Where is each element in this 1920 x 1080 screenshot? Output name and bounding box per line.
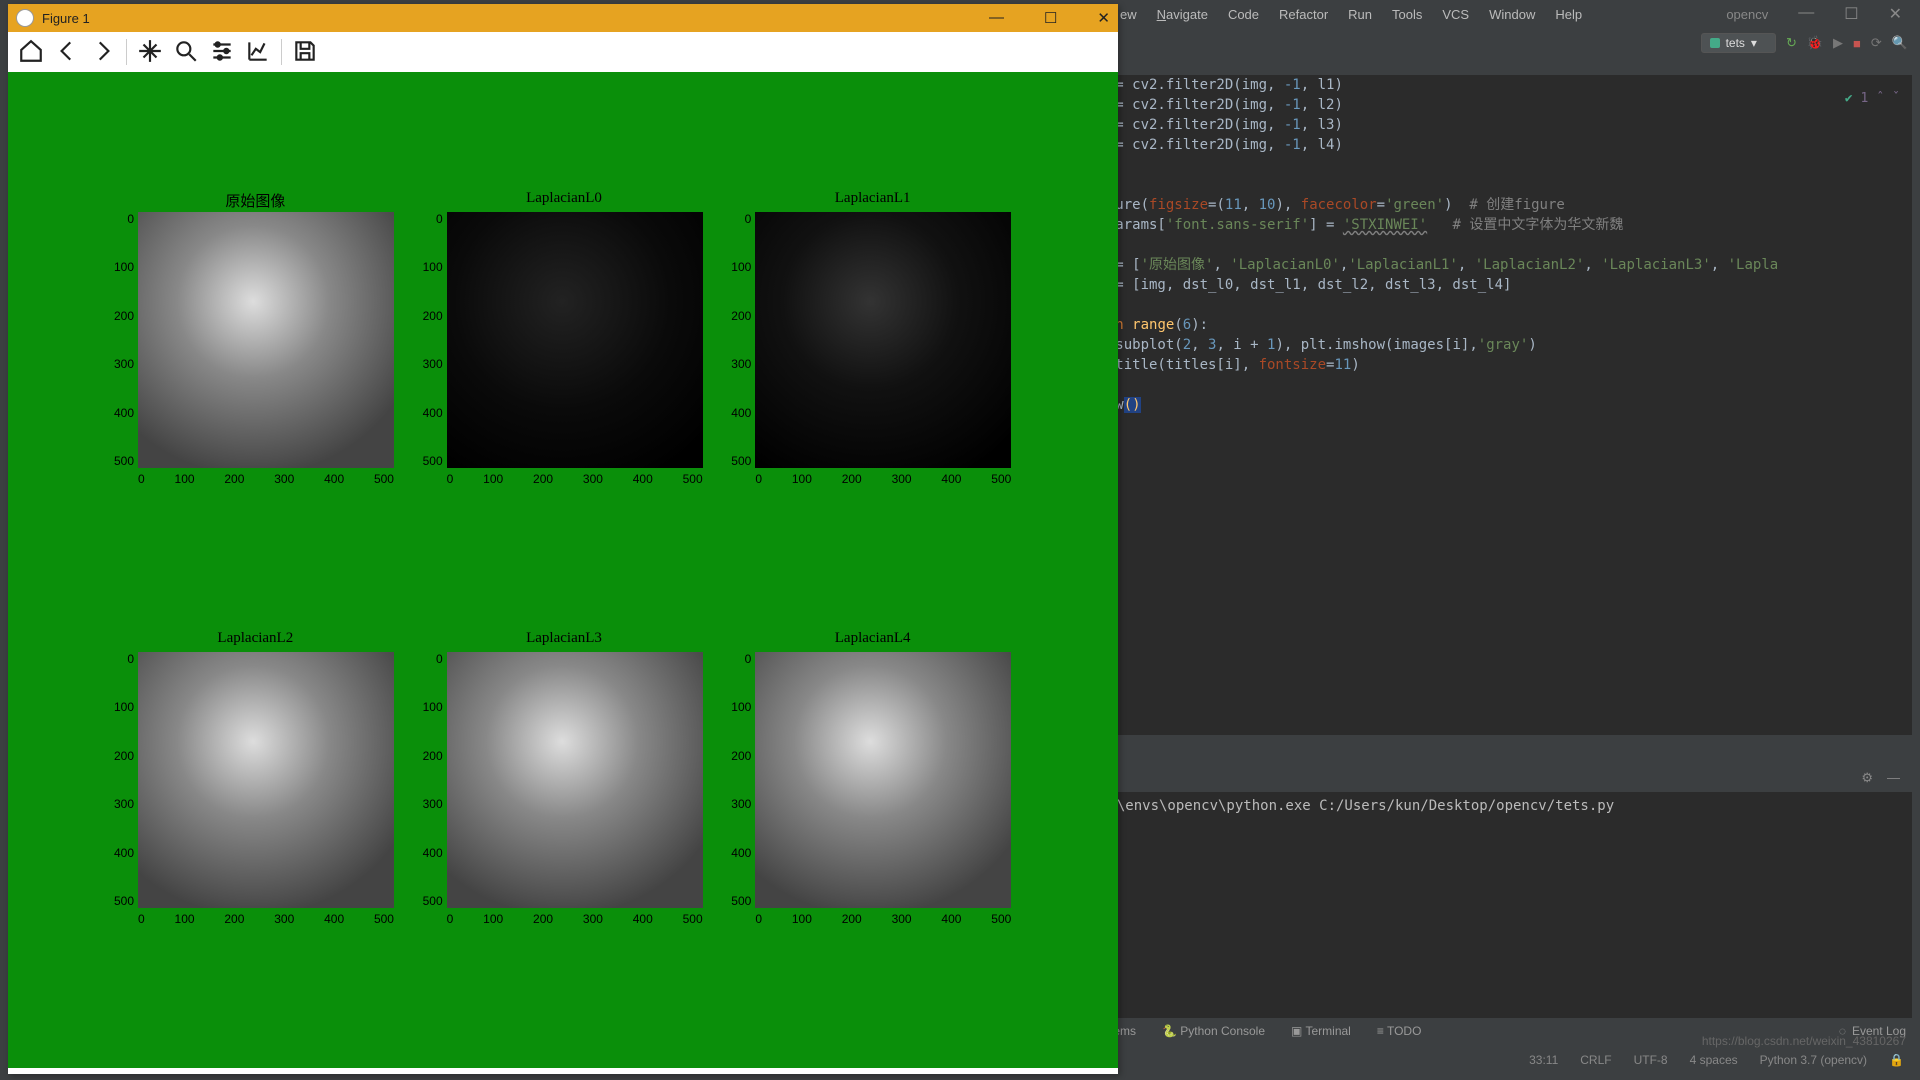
back-icon[interactable] — [54, 38, 80, 67]
file-encoding[interactable]: UTF-8 — [1634, 1053, 1668, 1067]
y-ticks: 0100200300400500 — [723, 652, 751, 908]
y-ticks: 0100200300400500 — [723, 212, 751, 468]
code-line: rcParams['font.sans-serif'] = 'STXINWEI'… — [1090, 215, 1912, 235]
line-separator[interactable]: CRLF — [1580, 1053, 1611, 1067]
tool-terminal[interactable]: ▣ Terminal — [1291, 1024, 1351, 1038]
menu-help[interactable]: Help — [1555, 7, 1582, 22]
code-line: show() — [1090, 395, 1912, 415]
code-line: lt.subplot(2, 3, i + 1), plt.imshow(imag… — [1090, 335, 1912, 355]
run-output[interactable]: a3\envs\opencv\python.exe C:/Users/kun/D… — [1090, 792, 1912, 1044]
terminal-line: a3\envs\opencv\python.exe C:/Users/kun/D… — [1100, 798, 1902, 814]
subplot: LaplacianL001002003004005000100200300400… — [413, 212, 716, 612]
menu-tools[interactable]: Tools — [1392, 7, 1422, 22]
y-ticks: 0100200300400500 — [106, 212, 134, 468]
y-ticks: 0100200300400500 — [106, 652, 134, 908]
watermark: https://blog.csdn.net/weixin_43810267 — [1702, 1034, 1906, 1048]
run-config-selector[interactable]: tets ▾ — [1701, 33, 1776, 53]
menu-window[interactable]: Window — [1489, 7, 1535, 22]
image-axes — [447, 652, 703, 908]
run-tool-tab: × ⚙— — [1090, 764, 1912, 792]
settings-icon[interactable]: ⚙ — [1861, 770, 1873, 786]
code-line: lt.title(titles[i], fontsize=11) — [1090, 355, 1912, 375]
stop-button[interactable]: ■ — [1853, 36, 1861, 51]
ide-maximize-button[interactable]: ☐ — [1844, 4, 1858, 24]
debug-button[interactable]: 🐞 — [1807, 35, 1823, 51]
subplot-title: LaplacianL0 — [413, 190, 716, 207]
figure-canvas[interactable]: 原始图像01002003004005000100200300400500Lapl… — [8, 72, 1118, 1068]
indent-info[interactable]: 4 spaces — [1690, 1053, 1738, 1067]
lock-icon[interactable]: 🔒 — [1889, 1053, 1904, 1067]
x-ticks: 0100200300400500 — [138, 472, 394, 486]
mpl-maximize-button[interactable]: ☐ — [1044, 9, 1057, 27]
menu-code[interactable]: Code — [1228, 7, 1259, 22]
code-line: l2 = cv2.filter2D(img, -1, l2) — [1090, 95, 1912, 115]
pan-icon[interactable] — [137, 38, 163, 67]
code-line: figure(figsize=(11, 10), facecolor='gree… — [1090, 195, 1912, 215]
subplot: LaplacianL401002003004005000100200300400… — [721, 652, 1024, 1052]
subplot-title: LaplacianL2 — [104, 630, 407, 647]
x-ticks: 0100200300400500 — [755, 472, 1011, 486]
subplot: LaplacianL101002003004005000100200300400… — [721, 212, 1024, 612]
interpreter-info[interactable]: Python 3.7 (opencv) — [1760, 1053, 1867, 1067]
ide-close-button[interactable]: ✕ — [1889, 4, 1902, 24]
menu-run[interactable]: Run — [1348, 7, 1372, 22]
code-line: i in range(6): — [1090, 315, 1912, 335]
image-axes — [755, 652, 1011, 908]
x-ticks: 0100200300400500 — [755, 912, 1011, 926]
image-axes — [138, 652, 394, 908]
menu-view[interactable]: ew — [1120, 7, 1137, 22]
menu-navigate[interactable]: NNavigateavigate — [1157, 7, 1208, 22]
code-line: l1 = cv2.filter2D(img, -1, l1) — [1090, 75, 1912, 95]
mpl-window-title: Figure 1 — [42, 11, 90, 26]
caret-position: 33:11 — [1529, 1053, 1558, 1067]
y-ticks: 0100200300400500 — [415, 212, 443, 468]
image-axes — [447, 212, 703, 468]
y-ticks: 0100200300400500 — [415, 652, 443, 908]
mpl-close-button[interactable]: ✕ — [1097, 9, 1110, 27]
python-icon — [1710, 38, 1720, 48]
configure-icon[interactable] — [209, 38, 235, 67]
minimize-tool-icon[interactable]: — — [1887, 770, 1900, 786]
matplotlib-window: Figure 1 — ☐ ✕ 原始图像010020030040050001002… — [8, 4, 1118, 1074]
mpl-minimize-button[interactable]: — — [989, 9, 1004, 27]
zoom-icon[interactable] — [173, 38, 199, 67]
subplot-title: LaplacianL3 — [413, 630, 716, 647]
subplot: LaplacianL201002003004005000100200300400… — [104, 652, 407, 1052]
home-icon[interactable] — [18, 38, 44, 67]
subplot-title: LaplacianL1 — [721, 190, 1024, 207]
tool-todo[interactable]: ≡ TODO — [1377, 1024, 1422, 1038]
subplot: LaplacianL301002003004005000100200300400… — [413, 652, 716, 1052]
code-editor[interactable]: ✔1ˆˇ l1 = cv2.filter2D(img, -1, l1) l2 =… — [1090, 75, 1912, 735]
image-axes — [138, 212, 394, 468]
search-button[interactable]: 🔍 — [1892, 35, 1908, 51]
menu-refactor[interactable]: Refactor — [1279, 7, 1328, 22]
run-button[interactable]: ↻ — [1786, 35, 1797, 51]
code-line: es = ['原始图像', 'LaplacianL0','LaplacianL1… — [1090, 255, 1912, 275]
inspection-badge[interactable]: ✔1ˆˇ — [1845, 89, 1900, 109]
code-line: l4 = cv2.filter2D(img, -1, l4) — [1090, 135, 1912, 155]
project-name: opencv — [1726, 7, 1778, 22]
subplot-title: LaplacianL4 — [721, 630, 1024, 647]
ide-status-bar: 33:11 CRLF UTF-8 4 spaces Python 3.7 (op… — [1090, 1048, 1920, 1072]
ide-minimize-button[interactable]: — — [1798, 4, 1814, 24]
save-icon[interactable] — [292, 38, 318, 67]
x-ticks: 0100200300400500 — [138, 912, 394, 926]
code-line: l3 = cv2.filter2D(img, -1, l3) — [1090, 115, 1912, 135]
update-button[interactable]: ⟳ — [1871, 35, 1882, 51]
x-ticks: 0100200300400500 — [447, 912, 703, 926]
x-ticks: 0100200300400500 — [447, 472, 703, 486]
subplot: 原始图像01002003004005000100200300400500 — [104, 212, 407, 612]
axes-icon[interactable] — [245, 38, 271, 67]
mpl-app-icon — [16, 9, 34, 27]
tool-python-console[interactable]: 🐍 Python Console — [1162, 1024, 1265, 1038]
code-line: es = [img, dst_l0, dst_l1, dst_l2, dst_l… — [1090, 275, 1912, 295]
image-axes — [755, 212, 1011, 468]
menu-vcs[interactable]: VCS — [1442, 7, 1469, 22]
subplot-title: 原始图像 — [104, 190, 407, 211]
mpl-titlebar[interactable]: Figure 1 — ☐ ✕ — [8, 4, 1118, 32]
ide-window-buttons: — ☐ ✕ — [1798, 4, 1920, 24]
forward-icon[interactable] — [90, 38, 116, 67]
run-coverage-button[interactable]: ▶ — [1833, 35, 1843, 51]
mpl-toolbar — [8, 32, 1118, 73]
